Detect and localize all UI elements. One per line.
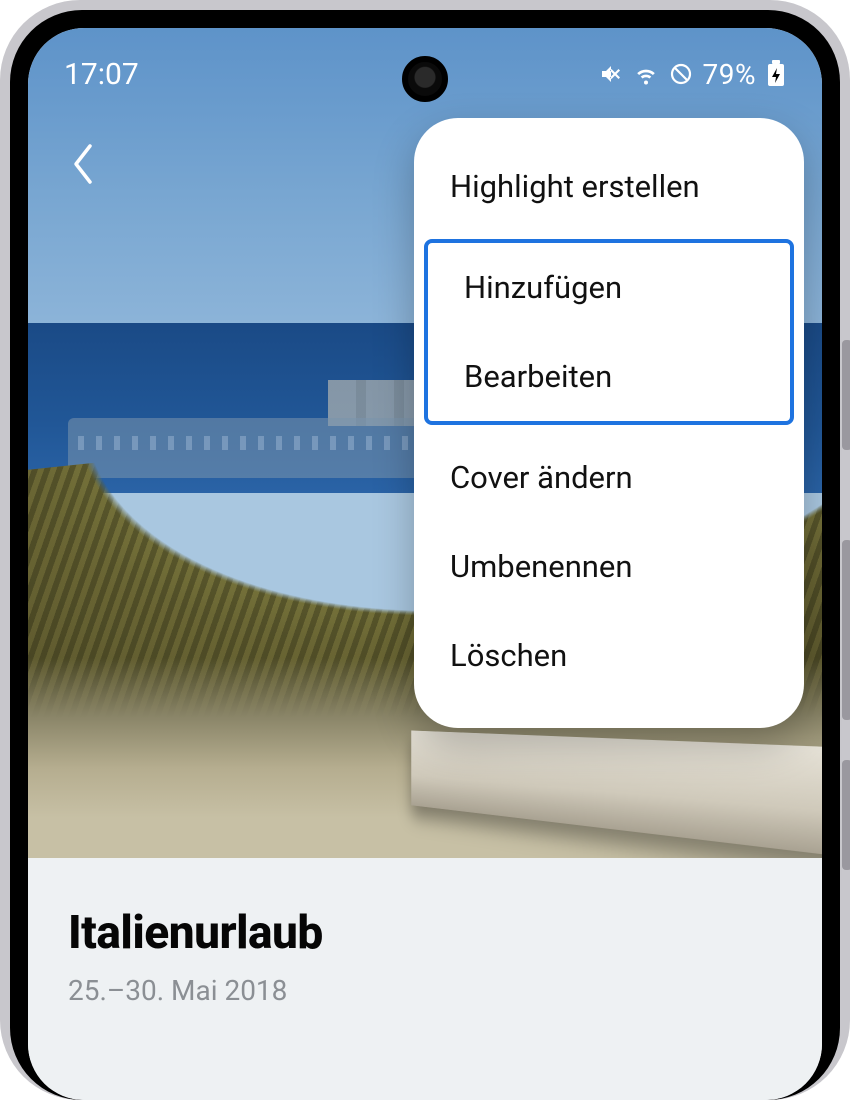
menu-item-create-highlight[interactable]: Highlight erstellen: [414, 142, 804, 231]
statusbar-clock: 17:07: [64, 57, 139, 92]
hardware-button-volume-up: [842, 340, 850, 450]
battery-percent: 79%: [703, 58, 756, 91]
battery-charging-icon: [766, 60, 786, 88]
hardware-button-power: [842, 760, 850, 870]
back-button[interactable]: [60, 140, 108, 188]
menu-item-rename[interactable]: Umbenennen: [414, 522, 804, 611]
menu-highlighted-group: Hinzufügen Bearbeiten: [424, 239, 794, 425]
mute-icon: [599, 62, 623, 86]
hardware-button-volume-down: [842, 540, 850, 720]
overflow-menu: Highlight erstellen Hinzufügen Bearbeite…: [414, 118, 804, 728]
chevron-left-icon: [70, 142, 98, 186]
menu-item-edit[interactable]: Bearbeiten: [428, 332, 790, 421]
album-title: Italienurlaub: [68, 906, 782, 960]
wifi-icon: [633, 62, 659, 86]
menu-item-add[interactable]: Hinzufügen: [428, 243, 790, 332]
album-date-range: 25.–30. Mai 2018: [68, 974, 782, 1007]
phone-frame: 17:07 79% Highlight erstellen H: [10, 10, 840, 1100]
do-not-disturb-icon: [669, 62, 693, 86]
statusbar-icons: 79%: [599, 58, 786, 91]
front-camera-punch-hole: [402, 56, 448, 102]
phone-outer-shell: 17:07 79% Highlight erstellen H: [0, 0, 850, 1100]
album-info-panel: Italienurlaub 25.–30. Mai 2018: [28, 858, 822, 1100]
menu-item-delete[interactable]: Löschen: [414, 611, 804, 700]
menu-item-change-cover[interactable]: Cover ändern: [414, 433, 804, 522]
screen: 17:07 79% Highlight erstellen H: [28, 28, 822, 1100]
